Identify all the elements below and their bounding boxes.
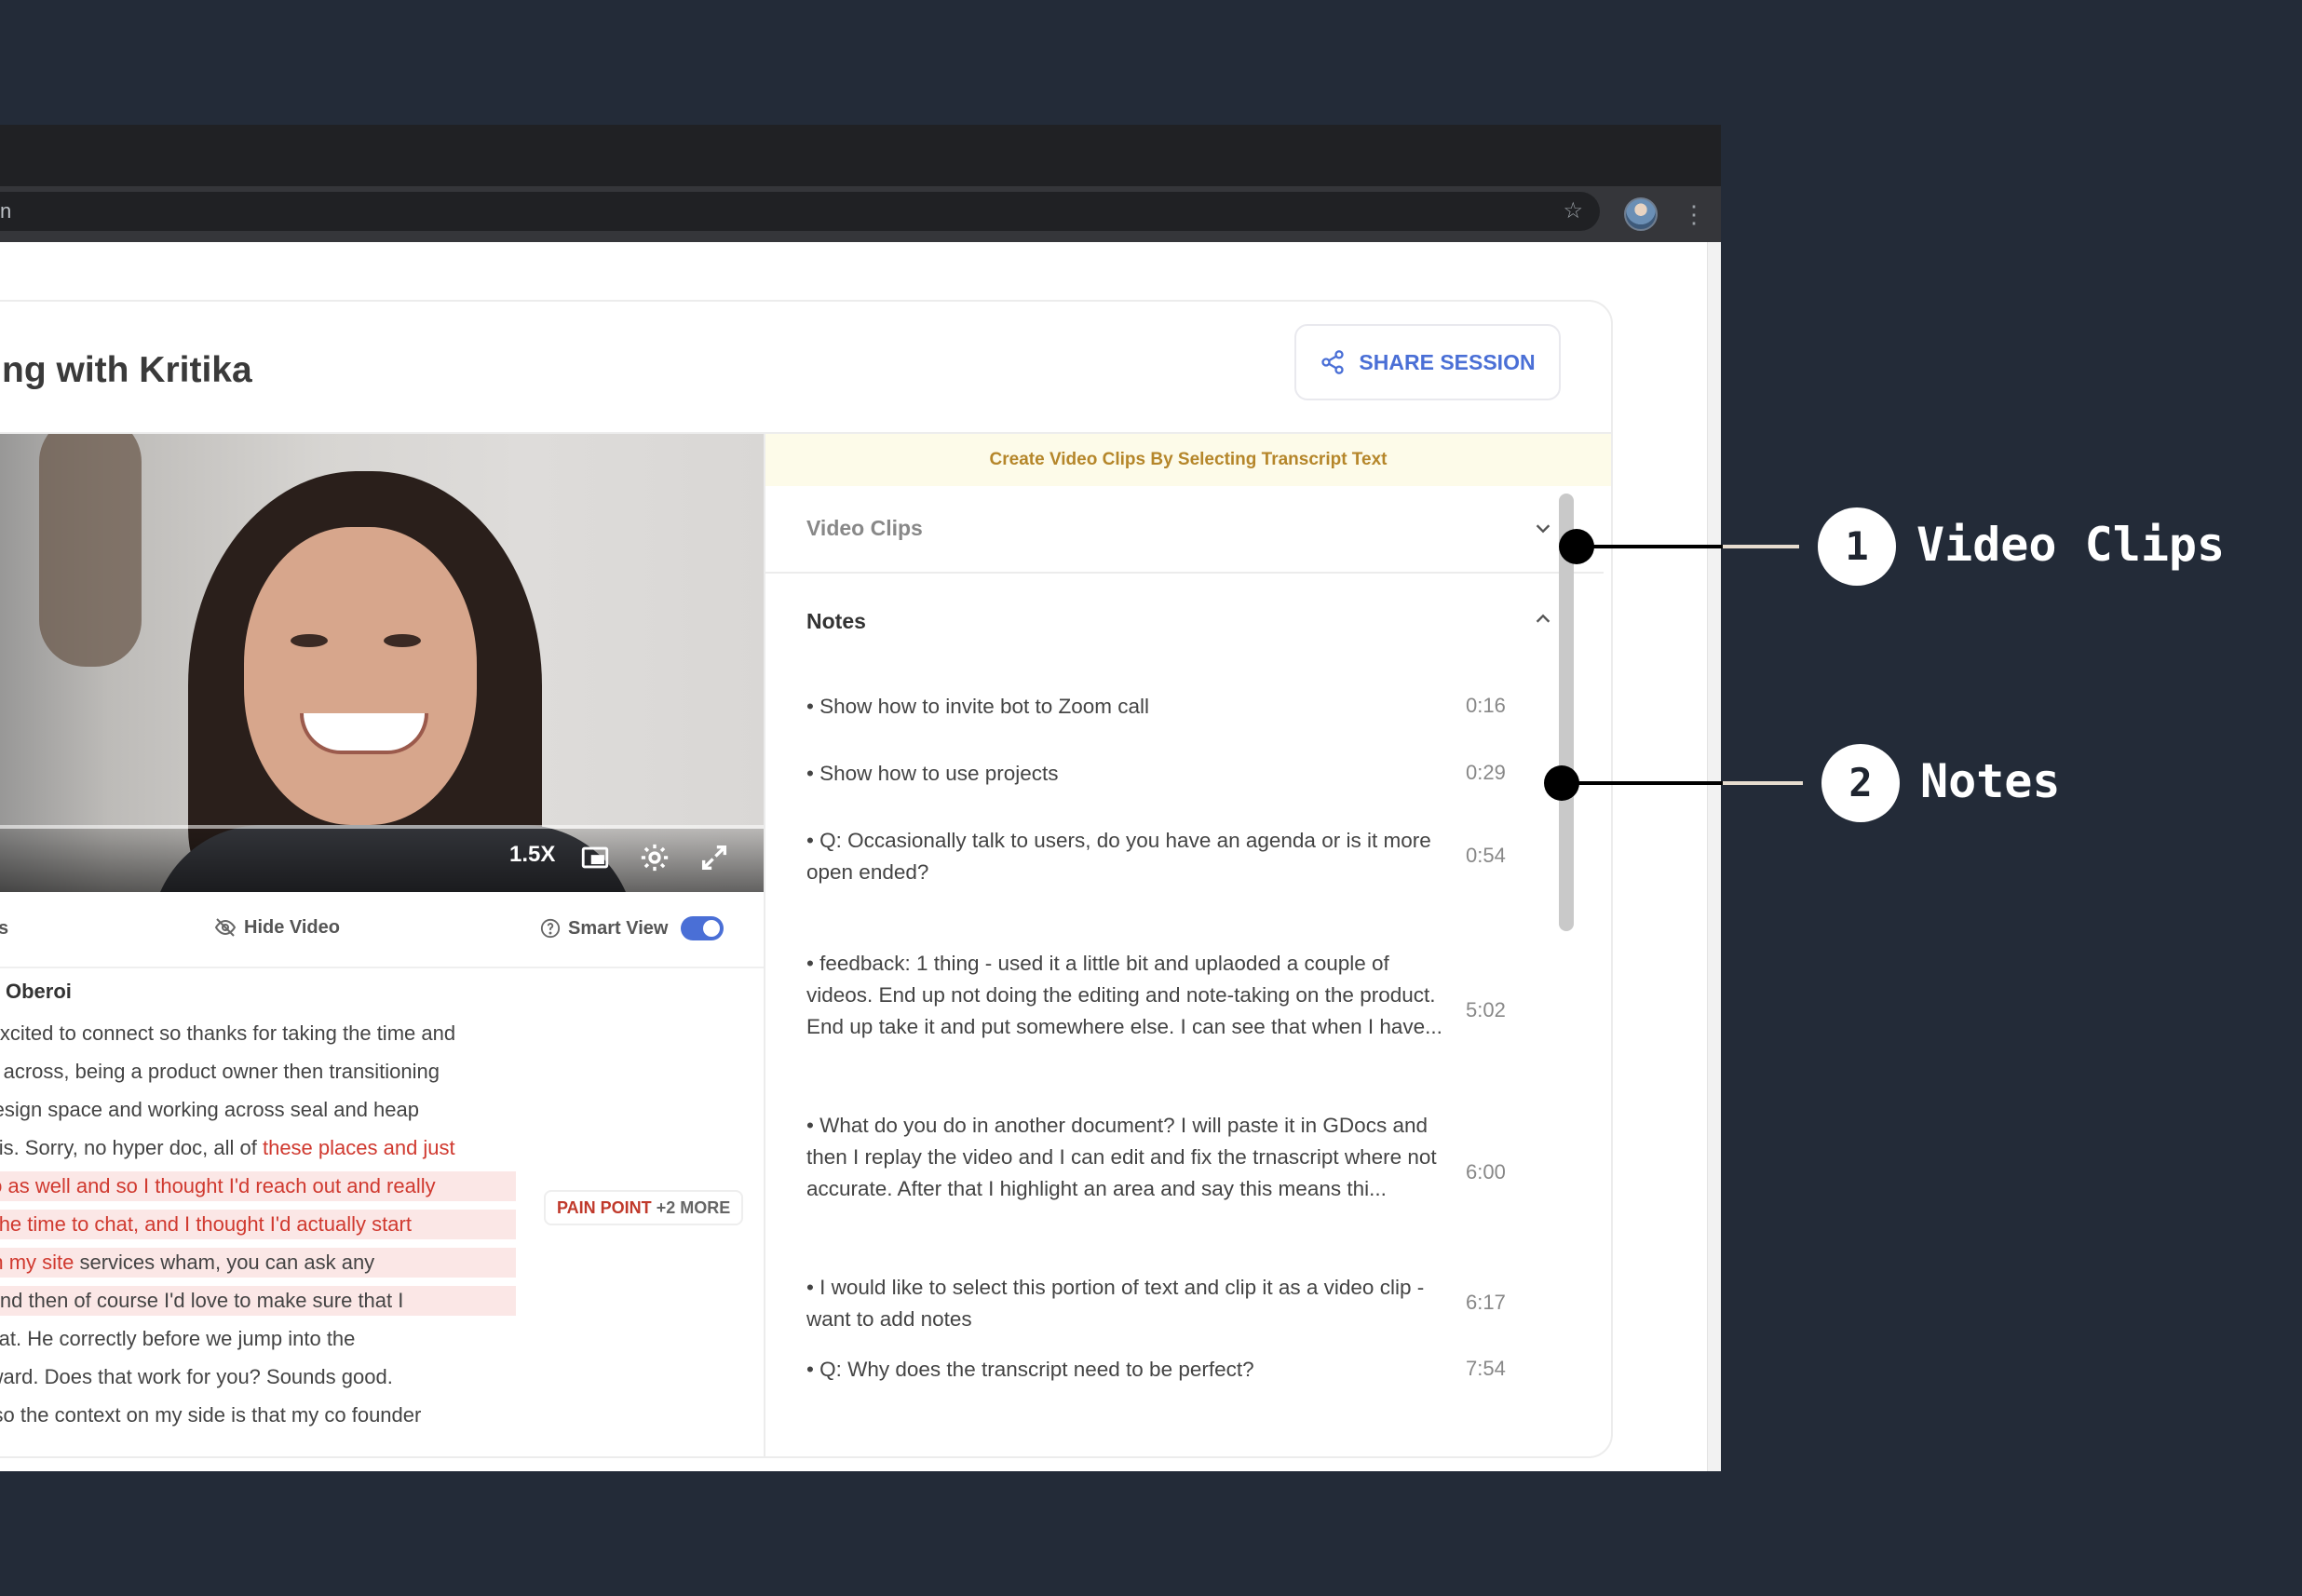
annotation-dot (1544, 765, 1579, 801)
note-timestamp[interactable]: 7:54 (1466, 1357, 1540, 1381)
annotation-number: 2 (1821, 744, 1900, 822)
share-icon (1321, 350, 1345, 374)
playback-speed-button[interactable]: 1.5X (509, 842, 555, 868)
page-scrollbar[interactable] (1707, 242, 1721, 1471)
smart-view-toggle[interactable] (681, 916, 724, 940)
note-timestamp[interactable]: 6:00 (1466, 1160, 1540, 1184)
chevron-up-icon[interactable] (1533, 609, 1553, 629)
smart-view-label: Smart View (568, 917, 669, 939)
transcript-line[interactable]: folio as well and so I thought I'd reach… (0, 1171, 516, 1201)
highlighted-text: ng the time to chat, and I thought I'd a… (0, 1212, 412, 1236)
video-clips-label: Video Clips (806, 516, 923, 540)
note-item[interactable]: • Q: Why does the transcript need to be … (806, 1354, 1458, 1386)
transcript-text-span: e this. Sorry, no hyper doc, all of (0, 1136, 257, 1159)
highlighted-text: these places and just (262, 1136, 455, 1159)
session-card: ng with Kritika SHARE SESSION 1.5X Hide … (0, 300, 1613, 1458)
note-item[interactable]: • Show how to use projects (806, 758, 1458, 790)
browser-titlebar (0, 125, 1721, 186)
tag-more: +2 MORE (656, 1198, 731, 1217)
smart-view-control: Smart View (540, 916, 724, 940)
annotation-number: 1 (1818, 507, 1896, 586)
hide-video-label: Hide Video (244, 916, 340, 938)
session-title: ng with Kritika (2, 350, 252, 390)
address-bar[interactable]: n ☆ (0, 192, 1600, 231)
note-timestamp[interactable]: 5:02 (1466, 998, 1540, 1022)
tag-label: PAIN POINT (557, 1198, 652, 1217)
annotation-label: Notes (1920, 754, 2061, 808)
annotation-dot (1559, 529, 1594, 564)
transcript-text-span: forward. Does that work for you? Sounds … (0, 1365, 393, 1388)
note-item[interactable]: • Q: Occasionally talk to users, do you … (806, 825, 1458, 888)
share-session-label: SHARE SESSION (1359, 349, 1536, 374)
transcript-line[interactable]: m, so the context on my side is that my … (0, 1400, 516, 1430)
transcript-line[interactable]: er excited to connect so thanks for taki… (0, 1019, 516, 1048)
transcript-line[interactable]: e this. Sorry, no hyper doc, all of thes… (0, 1133, 516, 1163)
transcript-text-span: ork at. He correctly before we jump into… (0, 1327, 356, 1350)
transcript-line[interactable]: e. And then of course I'd love to make s… (0, 1286, 516, 1316)
note-timestamp[interactable]: 6:17 (1466, 1291, 1540, 1315)
note-timestamp[interactable]: 0:54 (1466, 844, 1540, 868)
video-options-bar: s Hide Video Smart View (0, 892, 764, 968)
note-timestamp[interactable]: 0:29 (1466, 761, 1540, 785)
highlighted-text: s on my site (0, 1251, 74, 1274)
transcript-text-span: e. And then of course I'd love to make s… (0, 1289, 404, 1312)
panel-divider (764, 434, 765, 1456)
video-controls: 1.5X (0, 829, 764, 892)
kebab-menu-icon[interactable]: ⋮ (1682, 199, 1706, 229)
profile-avatar[interactable] (1624, 197, 1658, 231)
eye-off-icon (214, 918, 237, 937)
video-option-left[interactable]: s (0, 918, 8, 940)
transcript-text-span: nce across, being a product owner then t… (0, 1060, 440, 1083)
note-item[interactable]: • feedback: 1 thing - used it a little b… (806, 948, 1458, 1043)
note-item[interactable]: • What do you do in another document? I … (806, 1110, 1458, 1205)
transcript-line[interactable]: nce across, being a product owner then t… (0, 1057, 516, 1087)
star-icon[interactable]: ☆ (1563, 192, 1583, 231)
highlighted-text: folio as well and so I thought I'd reach… (0, 1174, 436, 1197)
transcript-line[interactable]: ork at. He correctly before we jump into… (0, 1324, 516, 1354)
address-bar-text: n (0, 199, 12, 223)
hide-video-button[interactable]: Hide Video (214, 916, 340, 939)
transcript-line[interactable]: s on my site services wham, you can ask … (0, 1248, 516, 1278)
share-session-button[interactable]: SHARE SESSION (1294, 324, 1561, 400)
video-clips-section[interactable]: Video Clips (765, 486, 1604, 574)
transcript-text-span: services wham, you can ask any (74, 1251, 375, 1274)
clip-instruction-banner: Create Video Clips By Selecting Transcri… (765, 434, 1611, 486)
notes-header[interactable]: Notes (806, 609, 866, 634)
transcript-text-span: er excited to connect so thanks for taki… (0, 1021, 456, 1045)
note-item[interactable]: • Show how to invite bot to Zoom call (806, 691, 1458, 723)
video-player[interactable]: 1.5X (0, 434, 764, 892)
chevron-down-icon[interactable] (1533, 518, 1553, 538)
annotation-label: Video Clips (1916, 518, 2226, 572)
note-timestamp[interactable]: 0:16 (1466, 694, 1540, 718)
speaker-name: Oberoi (6, 980, 72, 1003)
fullscreen-icon[interactable] (698, 842, 730, 873)
browser-window: n ☆ ⋮ ng with Kritika SHARE SESSION 1.5X… (0, 125, 1721, 1471)
transcript-text-span: m, so the context on my side is that my … (0, 1403, 422, 1427)
settings-gear-icon[interactable] (639, 842, 670, 873)
pain-point-tag[interactable]: PAIN POINT +2 MORE (544, 1190, 744, 1225)
help-icon[interactable] (540, 918, 561, 939)
transcript-line[interactable]: ng the time to chat, and I thought I'd a… (0, 1210, 516, 1239)
transcript-text-span: e design space and working across seal a… (0, 1098, 419, 1121)
transcript-line[interactable]: e design space and working across seal a… (0, 1095, 516, 1125)
picture-in-picture-icon[interactable] (579, 842, 611, 873)
note-item[interactable]: • I would like to select this portion of… (806, 1272, 1458, 1335)
transcript-line[interactable]: forward. Does that work for you? Sounds … (0, 1362, 516, 1392)
